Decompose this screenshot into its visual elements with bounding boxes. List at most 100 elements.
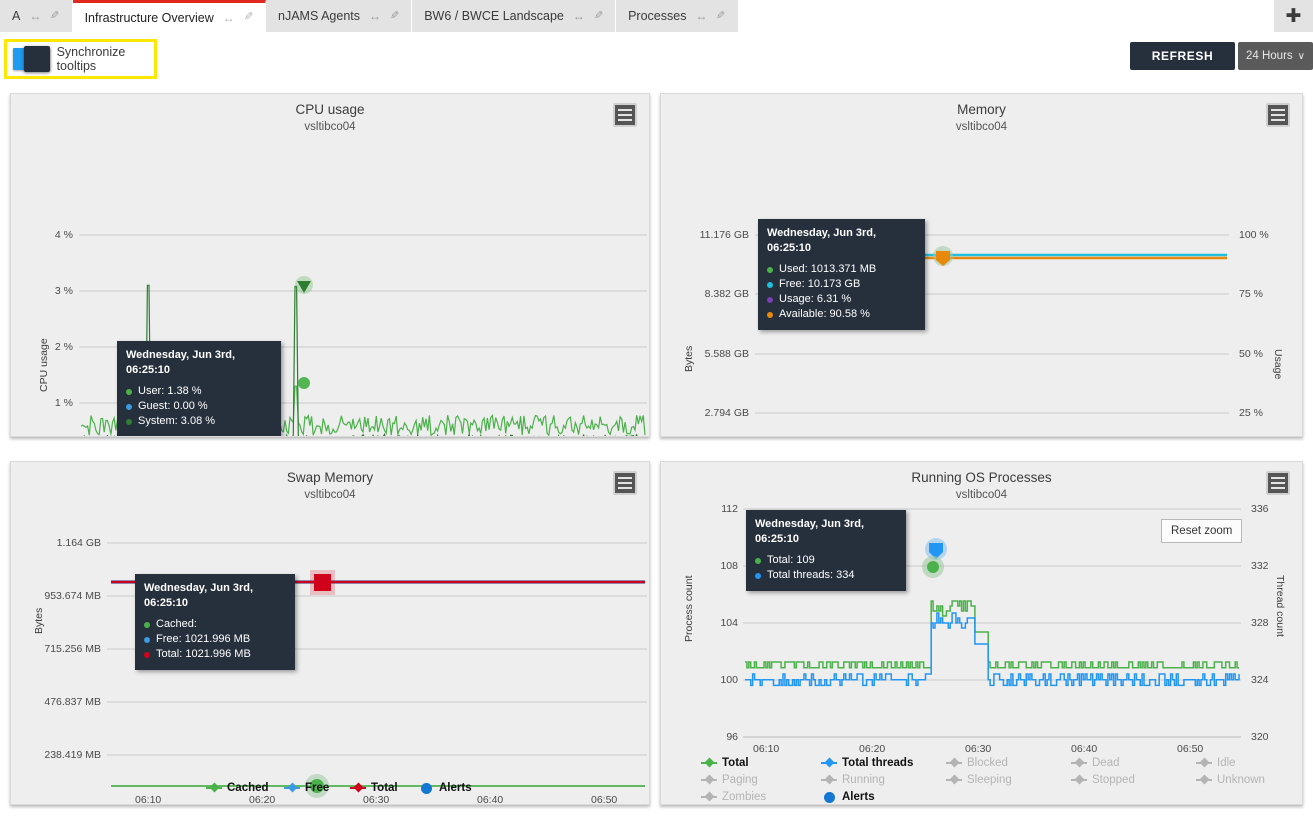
chevron-down-icon: ∨: [1297, 50, 1305, 62]
tooltip-row-label: Total: 109: [767, 554, 815, 566]
legend-label: Blocked: [967, 757, 1008, 769]
edit-pencil-icon[interactable]: ✎: [594, 10, 603, 22]
tooltip-row-label: System: 3.08 %: [138, 415, 216, 427]
tooltip-row: Guest: 0.00 %: [126, 399, 272, 414]
x-tick: 06:50: [1177, 743, 1204, 755]
legend-label: Paging: [722, 774, 758, 786]
edit-pencil-icon[interactable]: ✎: [716, 10, 725, 22]
tooltip-row-label: Cached:: [156, 618, 197, 630]
tooltip-row: Free: 1021.996 MB: [144, 632, 286, 647]
tooltip-row-label: Total: 1021.996 MB: [156, 648, 251, 660]
legend-item-cached: Cached: [206, 782, 284, 794]
tab-processes[interactable]: Processes ↔ ✎: [616, 0, 739, 32]
tooltip-row-label: Available: 90.58 %: [779, 308, 870, 320]
tab-label: A: [12, 9, 21, 23]
tooltip-header: Wednesday, Jun 3rd, 06:25:10: [144, 582, 254, 609]
x-tick: 06:50: [591, 794, 618, 805]
legend-item-sleeping: Sleeping: [946, 774, 1071, 786]
tab-label: Infrastructure Overview: [84, 10, 214, 25]
legend-item-total: Total: [350, 782, 418, 794]
legend-label: Running: [842, 774, 885, 786]
legend-item-alerts: Alerts: [821, 791, 875, 803]
tooltip-row: Usage: 6.31 %: [767, 292, 916, 307]
legend-label: Free: [305, 782, 330, 794]
legend-label: Alerts: [842, 791, 875, 803]
chart-tooltip: Wednesday, Jun 3rd, 06:25:10 Cached: Fre…: [135, 574, 295, 670]
tab-label: nJAMS Agents: [278, 9, 360, 23]
tooltip-header: Wednesday, Jun 3rd, 06:25:10: [767, 227, 877, 254]
swap-plot-area: [107, 542, 647, 798]
tab-a[interactable]: A ↔ ✎: [0, 0, 73, 32]
synchronize-tooltips-toggle[interactable]: [13, 46, 50, 72]
legend-label: Sleeping: [967, 774, 1012, 786]
chart-panel-swap-memory: Swap Memory vsltibco04 Bytes 1.164 GB 95…: [10, 461, 650, 805]
legend-item-paging: Paging: [701, 774, 821, 786]
legend-label: Stopped: [1092, 774, 1135, 786]
tooltip-row-label: Used: 1013.371 MB: [779, 263, 877, 275]
x-tick: 06:20: [859, 743, 886, 755]
legend-label: Alerts: [439, 782, 472, 794]
reset-zoom-button[interactable]: Reset zoom: [1161, 519, 1243, 543]
resize-icon[interactable]: ↔: [573, 10, 585, 22]
legend-label: Total: [722, 757, 749, 769]
chart-panel-memory: Memory vsltibco04 Bytes Usage 11.176 GB …: [660, 93, 1303, 437]
legend-label: Total threads: [842, 757, 914, 769]
tab-label: Processes: [628, 9, 687, 23]
x-tick: 06:40: [1071, 743, 1098, 755]
resize-icon[interactable]: ↔: [369, 10, 381, 22]
x-tick: 06:30: [363, 794, 390, 805]
tooltip-row: System: 3.08 %: [126, 414, 272, 429]
legend-item-stopped: Stopped: [1071, 774, 1196, 786]
tooltip-header: Wednesday, Jun 3rd, 06:25:10: [126, 349, 236, 376]
legend-item-unknown: Unknown: [1196, 774, 1281, 786]
add-tab-button[interactable]: ✚: [1273, 0, 1313, 32]
x-tick: 06:30: [965, 743, 992, 755]
tab-bw6-bwce-landscape[interactable]: BW6 / BWCE Landscape ↔ ✎: [412, 0, 617, 32]
legend-item-total: Total: [701, 757, 821, 769]
tooltip-row: Used: 1013.371 MB: [767, 262, 916, 277]
synchronize-tooltips-label: Synchronize tooltips: [56, 45, 126, 73]
tab-njams-agents[interactable]: nJAMS Agents ↔ ✎: [266, 0, 413, 32]
tab-label: BW6 / BWCE Landscape: [424, 9, 564, 23]
x-tick: 06:40: [477, 794, 504, 805]
edit-pencil-icon[interactable]: ✎: [390, 10, 399, 22]
chart-tooltip: Wednesday, Jun 3rd, 06:25:10 Total: 109 …: [746, 510, 906, 591]
synchronize-tooltips-highlight: Synchronize tooltips: [4, 39, 157, 79]
tab-bar: A ↔ ✎ Infrastructure Overview ↔ ✎ nJAMS …: [0, 0, 1313, 32]
x-tick: 06:10: [753, 743, 780, 755]
refresh-button[interactable]: REFRESH: [1130, 42, 1235, 70]
tooltip-row-label: Usage: 6.31 %: [779, 293, 852, 305]
tooltip-row-label: Total threads: 334: [767, 569, 855, 581]
resize-icon[interactable]: ↔: [695, 10, 707, 22]
tooltip-row-label: Free: 1021.996 MB: [156, 633, 251, 645]
legend-label: Total: [371, 782, 398, 794]
tab-infrastructure-overview[interactable]: Infrastructure Overview ↔ ✎: [72, 0, 266, 32]
x-tick: 06:10: [135, 794, 162, 805]
tooltip-row-label: User: 1.38 %: [138, 385, 202, 397]
tooltip-row-label: Free: 10.173 GB: [779, 278, 861, 290]
chart-legend: Total Total threads Blocked Dead Idle Pa…: [701, 757, 1281, 803]
cpu-plot-area: [79, 234, 647, 436]
tooltip-row: Cached:: [144, 617, 286, 632]
chart-tooltip: Wednesday, Jun 3rd, 06:25:10 User: 1.38 …: [117, 341, 281, 436]
legend-item-idle: Idle: [1196, 757, 1281, 769]
resize-icon[interactable]: ↔: [223, 12, 235, 24]
chart-panel-cpu-usage: CPU usage vsltibco04 CPU usage 4 % 3 % 2…: [10, 93, 650, 437]
legend-label: Cached: [227, 782, 269, 794]
legend-label: Unknown: [1217, 774, 1265, 786]
legend-item-running: Running: [821, 774, 946, 786]
legend-label: Zombies: [722, 791, 767, 803]
legend-item-blocked: Blocked: [946, 757, 1071, 769]
tooltip-row: Total: 109: [755, 553, 897, 568]
tooltip-row: Total threads: 334: [755, 568, 897, 583]
edit-pencil-icon[interactable]: ✎: [50, 10, 59, 22]
time-range-label: 24 Hours: [1246, 50, 1293, 62]
tooltip-row: Free: 10.173 GB: [767, 277, 916, 292]
tooltip-row: Total: 1021.996 MB: [144, 647, 286, 662]
tooltip-header: Wednesday, Jun 3rd, 06:25:10: [755, 518, 865, 545]
tab-bar-filler: [738, 0, 1273, 32]
time-range-dropdown[interactable]: 24 Hours ∨: [1238, 42, 1313, 70]
resize-icon[interactable]: ↔: [29, 10, 41, 22]
chart-legend: Cached Free Total Alerts: [206, 782, 486, 794]
edit-pencil-icon[interactable]: ✎: [244, 11, 253, 23]
